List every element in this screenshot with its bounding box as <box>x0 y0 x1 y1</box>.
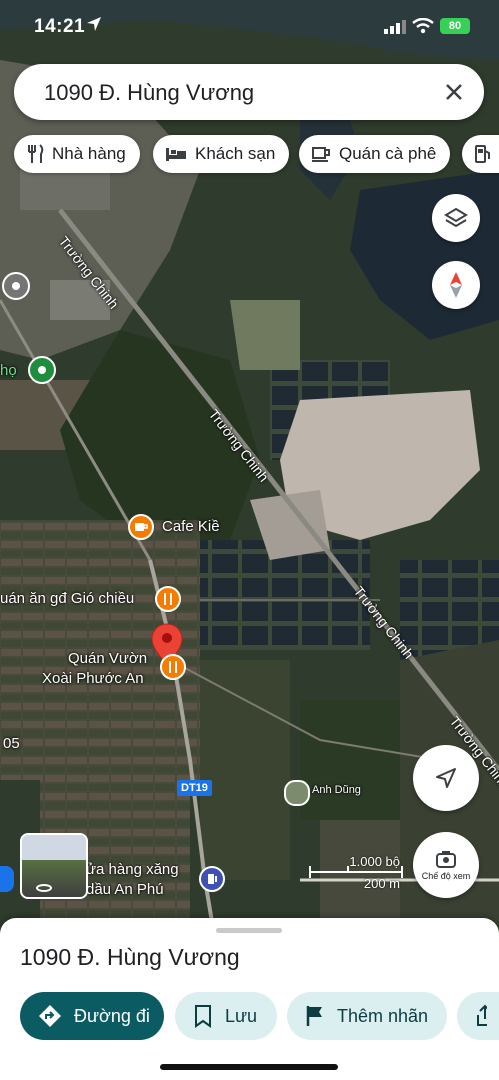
search-bar[interactable]: 1090 Đ. Hùng Vương <box>14 64 484 120</box>
place-marker[interactable] <box>2 272 30 300</box>
navigation-arrow-icon <box>436 768 456 788</box>
fork-knife-icon <box>169 661 177 673</box>
directions-button[interactable]: Đường đi <box>20 992 164 1040</box>
status-time: 14:21 <box>34 16 86 37</box>
status-bar: 14:21 80 <box>0 0 499 52</box>
street-view-thumbnail[interactable] <box>20 833 88 899</box>
bed-icon <box>166 148 186 161</box>
location-arrow-icon <box>87 17 101 31</box>
close-icon[interactable] <box>442 80 466 104</box>
scale-meters: 200 m <box>363 876 400 891</box>
street-view-camera-icon <box>436 851 456 868</box>
gas-pump-icon <box>475 145 490 163</box>
fork-knife-icon <box>28 144 44 163</box>
directions-icon <box>39 1005 61 1027</box>
coffee-cup-icon <box>312 147 330 162</box>
fork-knife-icon <box>164 593 172 605</box>
restaurant-marker[interactable] <box>155 586 181 612</box>
chip-label: Nhà hàng <box>52 144 126 163</box>
rotate-360-icon <box>36 884 52 892</box>
layers-icon <box>444 207 468 228</box>
place-bottom-sheet[interactable]: 1090 Đ. Hùng Vương Đường đi Lưu Thêm nhã… <box>0 918 499 1080</box>
chip-restaurants[interactable]: Nhà hàng <box>14 135 140 173</box>
my-location-button[interactable] <box>413 745 479 811</box>
sheet-drag-handle[interactable] <box>216 928 282 933</box>
street-view-label: Chế độ xem <box>421 871 471 881</box>
wifi-icon <box>412 18 434 34</box>
place-label-gas[interactable]: dầu An Phú <box>86 881 164 898</box>
offscreen-marker[interactable] <box>0 866 14 892</box>
share-icon <box>477 1004 487 1026</box>
flag-icon <box>306 1006 322 1026</box>
place-label-quan-vuon[interactable]: Quán Vườn <box>68 650 147 667</box>
save-label: Lưu <box>225 1005 258 1026</box>
restaurant-marker[interactable] <box>160 654 186 680</box>
search-query[interactable]: 1090 Đ. Hùng Vương <box>44 80 254 106</box>
chip-coffee[interactable]: Quán cà phê <box>299 135 451 173</box>
category-chips: Nhà hàng Khách sạn Quán cà phê <box>14 135 499 175</box>
bookmark-icon <box>195 1005 211 1028</box>
chip-hotels[interactable]: Khách sạn <box>153 135 290 173</box>
place-label-anh-dung[interactable]: Anh Dũng <box>312 784 361 796</box>
share-button[interactable] <box>457 992 499 1040</box>
park-marker[interactable] <box>28 356 56 384</box>
chip-label: Quán cà phê <box>339 144 437 163</box>
cafe-marker[interactable] <box>128 514 154 540</box>
cellular-signal-icon <box>384 20 406 34</box>
add-label-button[interactable]: Thêm nhãn <box>287 992 447 1040</box>
route-shield: DT19 <box>177 780 212 796</box>
place-label-quan-vuon[interactable]: Xoài Phước An <box>42 670 144 687</box>
map-scale: 1.000 bộ 200 m <box>308 854 404 891</box>
battery-indicator: 80 <box>440 18 470 34</box>
place-label-cafe[interactable]: Cafe Kiề <box>162 518 220 535</box>
place-label-gas[interactable]: ửa hàng xăng <box>86 861 179 878</box>
place-title: 1090 Đ. Hùng Vương <box>20 944 240 970</box>
compass-icon <box>450 272 462 298</box>
compass-button[interactable] <box>432 261 480 309</box>
chip-label: Khách sạn <box>195 144 276 163</box>
save-button[interactable]: Lưu <box>175 992 277 1040</box>
gas-pump-icon <box>208 874 217 884</box>
add-label-label: Thêm nhãn <box>337 1005 429 1026</box>
scale-feet: 1.000 bộ <box>349 854 400 869</box>
coffee-cup-icon <box>135 523 148 531</box>
home-indicator[interactable] <box>160 1064 338 1070</box>
gas-station-marker[interactable] <box>199 866 225 892</box>
layers-button[interactable] <box>432 194 480 242</box>
user-photo-marker[interactable] <box>284 780 310 806</box>
place-label: 05 <box>3 735 20 752</box>
place-label-quan-an[interactable]: uán ăn gđ Gió chiều <box>0 590 134 607</box>
place-label: họ <box>0 362 17 379</box>
chip-gas[interactable] <box>462 135 499 173</box>
street-view-button[interactable]: Chế độ xem <box>413 832 479 898</box>
directions-label: Đường đi <box>74 1005 150 1026</box>
